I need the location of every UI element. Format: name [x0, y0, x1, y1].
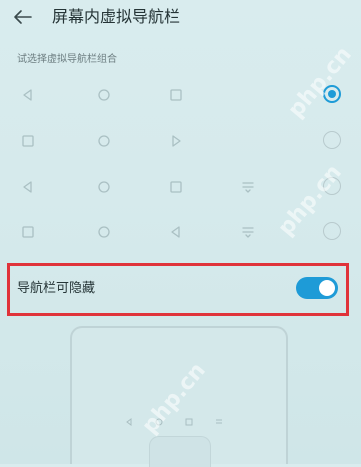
- hide-nav-bar-toggle[interactable]: [296, 277, 338, 299]
- nav-option-row-1[interactable]: [0, 82, 361, 108]
- toggle-knob: [319, 280, 335, 296]
- back-triangle-icon: [171, 226, 180, 238]
- home-circle-icon: [98, 135, 110, 147]
- home-circle-icon: [155, 418, 163, 426]
- hide-nav-bar-label: 导航栏可隐藏: [17, 281, 96, 296]
- home-circle-icon: [98, 89, 110, 101]
- nav-options-label: 试选择虚拟导航栏组合: [17, 54, 117, 65]
- back-button[interactable]: [10, 6, 36, 28]
- home-circle-icon: [98, 181, 110, 193]
- nav-option-radio-1[interactable]: [323, 85, 341, 103]
- nav-option-radio-3[interactable]: [323, 177, 341, 195]
- preview-nav-bar: [72, 412, 286, 432]
- notification-pulldown-icon: [242, 227, 254, 238]
- recents-square-icon: [185, 418, 193, 426]
- recents-square-icon: [170, 181, 182, 193]
- back-triangle-icon: [23, 181, 32, 193]
- preview-home-area: [149, 436, 211, 467]
- nav-option-row-3[interactable]: [0, 174, 361, 200]
- phone-preview: [70, 326, 288, 467]
- page-title: 屏幕内虚拟导航栏: [52, 7, 181, 26]
- nav-option-row-4[interactable]: [0, 219, 361, 245]
- notification-pulldown-icon: [242, 182, 254, 193]
- home-circle-icon: [98, 226, 110, 238]
- nav-option-row-2[interactable]: [0, 128, 361, 154]
- nav-option-radio-2[interactable]: [323, 131, 341, 149]
- back-triangle-right-icon: [172, 135, 181, 147]
- recents-square-icon: [170, 89, 182, 101]
- back-triangle-icon: [126, 418, 132, 426]
- notification-pulldown-icon: [216, 419, 222, 424]
- back-triangle-icon: [23, 89, 32, 101]
- header: 屏幕内虚拟导航栏: [0, 0, 361, 38]
- nav-option-radio-4[interactable]: [323, 222, 341, 240]
- recents-square-icon: [22, 135, 34, 147]
- back-arrow-icon: [14, 10, 32, 24]
- hide-nav-bar-setting[interactable]: 导航栏可隐藏: [7, 263, 349, 316]
- recents-square-icon: [22, 226, 34, 238]
